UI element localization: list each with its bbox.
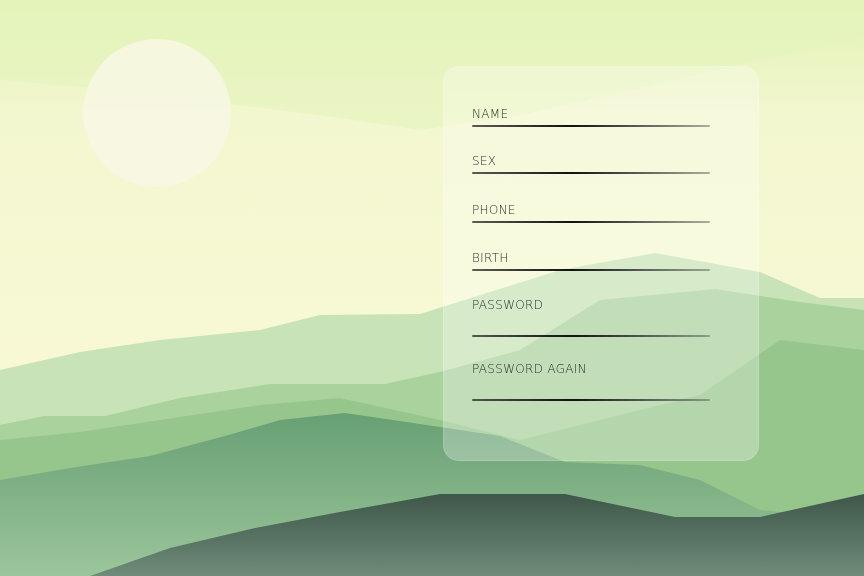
password-label: PASSWORD (472, 298, 544, 312)
birth-label: BIRTH (472, 251, 509, 265)
phone-field[interactable]: PHONE (472, 201, 710, 223)
registration-form: NAME SEX PHONE BIRTH PASSWORD PASSWORD A… (443, 66, 759, 461)
phone-input-underline[interactable] (472, 221, 710, 223)
sex-field[interactable]: SEX (472, 153, 710, 174)
password-again-label: PASSWORD AGAIN (472, 362, 587, 376)
birth-input-underline[interactable] (472, 269, 710, 271)
name-field[interactable]: NAME (472, 106, 710, 127)
password-field[interactable]: PASSWORD (472, 298, 710, 337)
name-input-underline[interactable] (472, 125, 710, 127)
sex-label: SEX (472, 154, 497, 168)
phone-label: PHONE (472, 203, 516, 217)
password-again-input-underline[interactable] (472, 399, 710, 401)
password-again-field[interactable]: PASSWORD AGAIN (472, 362, 710, 401)
sex-input-underline[interactable] (472, 172, 710, 174)
password-input-underline[interactable] (472, 335, 710, 337)
sun (83, 39, 231, 187)
birth-field[interactable]: BIRTH (472, 249, 710, 271)
name-label: NAME (472, 107, 509, 121)
